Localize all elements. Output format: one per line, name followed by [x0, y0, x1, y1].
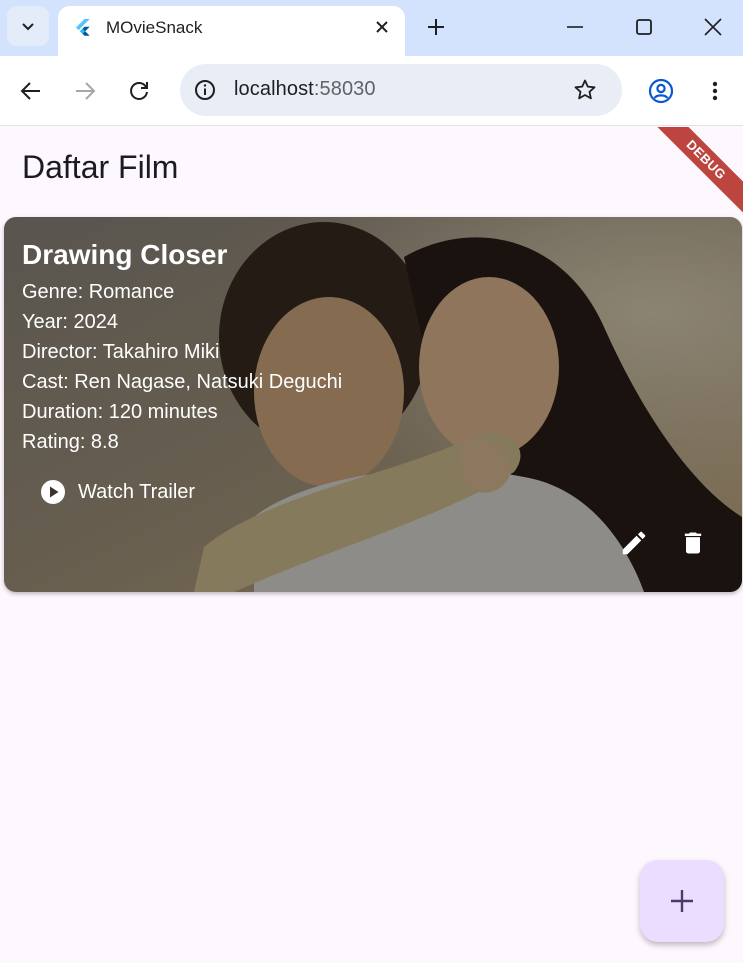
movie-card[interactable]: Drawing Closer Genre: Romance Year: 2024…	[4, 217, 742, 592]
browser-toolbar: localhost:58030	[0, 56, 743, 126]
movie-title: Drawing Closer	[22, 239, 228, 270]
watch-trailer-label: Watch Trailer	[78, 480, 196, 503]
watch-trailer-button[interactable]: Watch Trailer	[22, 472, 213, 512]
plus-icon	[428, 19, 444, 35]
star-icon	[574, 79, 596, 100]
reload-icon	[130, 82, 148, 100]
tab-close-button[interactable]	[372, 17, 392, 37]
flutter-logo-icon	[76, 19, 90, 36]
browser-tab[interactable]: MOvieSnack	[58, 6, 405, 56]
window-close-button[interactable]	[701, 15, 725, 39]
debug-banner: DEBUG	[645, 127, 743, 221]
url-text: localhost:58030	[234, 78, 376, 101]
movie-year: Year: 2024	[22, 311, 119, 333]
address-bar[interactable]: localhost:58030	[180, 64, 622, 116]
movie-rating: Rating: 8.8	[22, 431, 119, 453]
minimize-button[interactable]	[563, 15, 587, 39]
account-circle-icon	[648, 78, 674, 104]
maximize-button[interactable]	[632, 15, 656, 39]
add-icon	[671, 890, 693, 912]
page-title: Daftar Film	[22, 149, 179, 185]
site-info-button[interactable]	[192, 77, 218, 103]
minimize-icon	[567, 26, 583, 28]
reload-button[interactable]	[125, 77, 153, 105]
back-button[interactable]	[17, 77, 45, 105]
movie-duration: Duration: 120 minutes	[22, 401, 218, 423]
tab-search-button[interactable]	[7, 6, 49, 46]
browser-tab-bar: MOvieSnack	[0, 0, 743, 56]
arrow-left-icon	[20, 82, 40, 100]
delete-button[interactable]	[677, 527, 709, 559]
more-vert-icon	[712, 81, 718, 101]
new-tab-button[interactable]	[424, 15, 448, 39]
browser-menu-button[interactable]	[701, 77, 729, 105]
profile-button[interactable]	[647, 77, 675, 105]
delete-icon	[684, 532, 702, 554]
close-icon	[376, 21, 388, 33]
chevron-down-icon	[22, 23, 34, 31]
close-icon	[704, 18, 722, 36]
arrow-right-icon	[76, 82, 96, 100]
forward-button[interactable]	[71, 77, 99, 105]
url-host: localhost	[234, 78, 314, 100]
movie-details: Drawing Closer Genre: Romance Year: 2024…	[22, 237, 342, 457]
tab-title: MOvieSnack	[106, 18, 203, 37]
movie-meta: Genre: Romance Year: 2024 Director: Taka…	[22, 277, 342, 457]
movie-director: Director: Takahiro Miki	[22, 341, 220, 363]
maximize-icon	[636, 19, 652, 35]
add-movie-button[interactable]	[640, 860, 724, 942]
info-icon	[195, 80, 215, 100]
url-port: :58030	[313, 78, 376, 100]
movie-cast: Cast: Ren Nagase, Natsuki Deguchi	[22, 371, 343, 393]
edit-button[interactable]	[618, 527, 650, 559]
movie-genre: Genre: Romance	[22, 281, 175, 303]
bookmark-button[interactable]	[572, 77, 598, 103]
app-viewport: Daftar Film DEBUG Drawing Closer Genre: …	[0, 127, 743, 963]
edit-icon	[622, 531, 646, 555]
play-circle-icon	[41, 480, 65, 504]
